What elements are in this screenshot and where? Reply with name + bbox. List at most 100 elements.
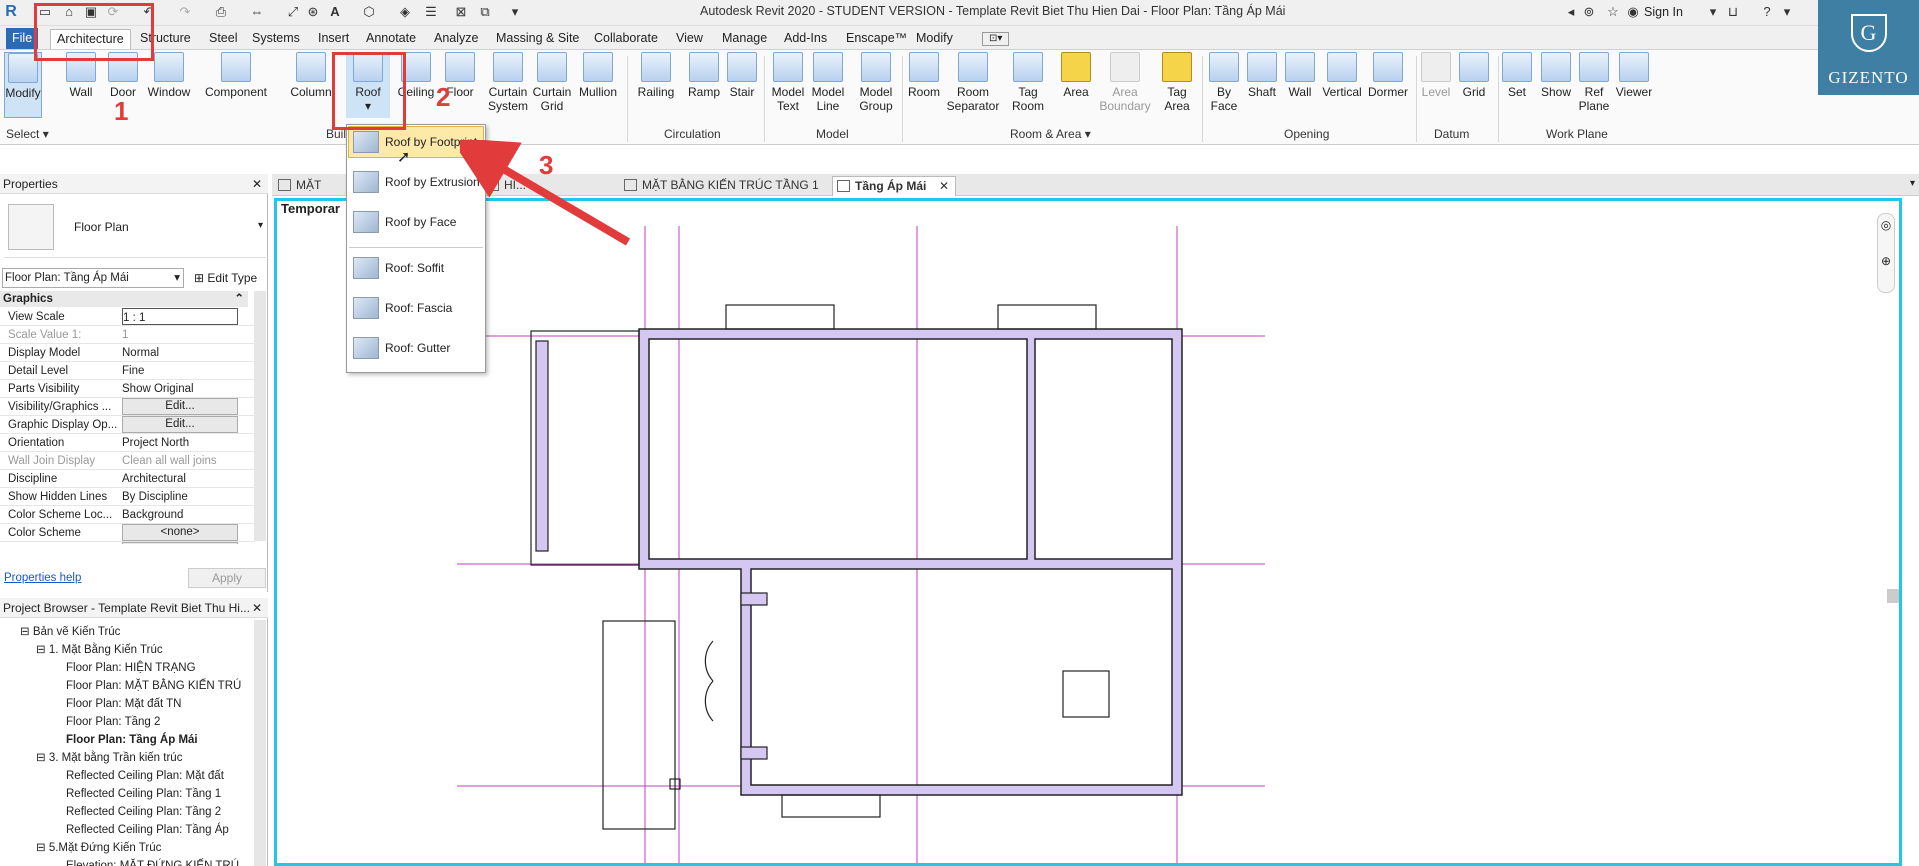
switch-windows-icon[interactable]: ⧉ xyxy=(476,4,494,20)
property-row[interactable]: Visibility/Graphics ... Edit... xyxy=(0,398,255,416)
help-icon[interactable]: ? xyxy=(1758,4,1776,20)
room-button[interactable]: Room xyxy=(906,52,942,99)
section-icon[interactable]: ◈ xyxy=(396,4,414,20)
collapse-toggle-icon[interactable]: ⊟ xyxy=(36,752,49,764)
tab-systems[interactable]: Systems xyxy=(246,29,306,49)
tab-modify[interactable]: Modify xyxy=(910,29,959,49)
drawing-canvas[interactable]: Temporar ◎ ⊕ xyxy=(274,198,1902,866)
type-selector[interactable]: Floor Plan ▾ xyxy=(4,198,266,258)
ref-plane-button[interactable]: Ref Plane xyxy=(1576,52,1612,113)
railing-button[interactable]: Railing xyxy=(636,52,676,99)
column-button[interactable]: Column xyxy=(288,52,334,99)
property-row[interactable]: Color Scheme Loc... Background xyxy=(0,506,255,524)
close-hidden-icon[interactable]: ⊠ xyxy=(452,4,470,20)
property-edit-button[interactable]: Edit... xyxy=(122,416,238,433)
grid-button[interactable]: Grid xyxy=(1456,52,1492,99)
canvas-scrollbar[interactable] xyxy=(1887,589,1899,603)
roof-gutter-item[interactable]: Roof: Gutter xyxy=(349,333,483,363)
roof-fascia-item[interactable]: Roof: Fascia xyxy=(349,293,483,323)
sign-in-link[interactable]: Sign In xyxy=(1644,5,1683,19)
browser-tree-item[interactable]: Elevation: MẶT ĐỨNG KIẾN TRÚ xyxy=(66,858,239,866)
browser-tree-item[interactable]: Reflected Ceiling Plan: Tầng 2 xyxy=(66,804,221,820)
revit-logo-icon[interactable]: R xyxy=(2,4,20,20)
browser-tree-item[interactable]: Floor Plan: HIỆN TRẠNG xyxy=(66,660,196,676)
signin-dropdown-icon[interactable]: ▾ xyxy=(1704,4,1722,20)
thin-lines-icon[interactable]: ☰ xyxy=(422,4,440,20)
dormer-button[interactable]: Dormer xyxy=(1366,52,1410,99)
view-tab-tang-ap-mai[interactable]: Tầng Áp Mái ✕ xyxy=(832,176,956,196)
tab-insert[interactable]: Insert xyxy=(312,29,355,49)
stair-button[interactable]: Stair xyxy=(724,52,760,99)
property-edit-button[interactable]: <none> xyxy=(122,524,238,541)
tag-room-button[interactable]: Tag Room xyxy=(1008,52,1048,113)
browser-tree-item[interactable]: Reflected Ceiling Plan: Mặt đất xyxy=(66,768,224,784)
property-row[interactable]: View Scale 1 : 1 xyxy=(0,308,255,326)
collapse-toggle-icon[interactable]: ⊟ xyxy=(36,644,49,656)
view-tab-mat-bang[interactable]: MẶT BẰ... xyxy=(274,176,350,196)
room-separator-button[interactable]: Room Separator xyxy=(946,52,1000,113)
model-group-button[interactable]: Model Group xyxy=(856,52,896,113)
property-row[interactable]: Graphic Display Op... Edit... xyxy=(0,416,255,434)
customize-qat-icon[interactable]: ▾ xyxy=(506,4,524,20)
area-button[interactable]: Area xyxy=(1058,52,1094,99)
viewer-button[interactable]: Viewer xyxy=(1614,52,1654,99)
room-area-panel-label[interactable]: Room & Area ▾ xyxy=(1010,127,1091,141)
wall-opening-button[interactable]: Wall xyxy=(1282,52,1318,99)
browser-tree-item[interactable]: Floor Plan: Mặt đất TN xyxy=(66,696,181,712)
roof-soffit-item[interactable]: Roof: Soffit xyxy=(349,253,483,283)
tab-view[interactable]: View xyxy=(670,29,709,49)
property-row[interactable]: Detail Level Fine xyxy=(0,362,255,380)
close-icon[interactable]: ✕ xyxy=(252,174,262,194)
view-tab-mat-bang-tang-1[interactable]: MẶT BẰNG KIẾN TRÚC TẦNG 1 xyxy=(620,176,827,196)
browser-tree-item[interactable]: Reflected Ceiling Plan: Tầng Áp xyxy=(66,822,229,838)
set-button[interactable]: Set xyxy=(1500,52,1534,99)
steering-wheel-icon[interactable]: ◎ xyxy=(1878,218,1894,232)
browser-tree-item[interactable]: ⊟ 5.Mặt Đứng Kiến Trúc xyxy=(36,840,161,856)
tab-manage[interactable]: Manage xyxy=(716,29,773,49)
browser-scrollbar[interactable] xyxy=(254,620,266,866)
dimension-icon[interactable]: ⤢ xyxy=(284,4,302,20)
user-icon[interactable]: ◉ xyxy=(1624,4,1642,20)
close-tab-icon[interactable]: ✕ xyxy=(939,177,949,195)
modify-button[interactable]: Modify xyxy=(4,52,42,118)
mullion-button[interactable]: Mullion xyxy=(576,52,620,99)
select-panel-label[interactable]: Select ▾ xyxy=(6,127,49,141)
property-row[interactable]: Scale Value 1: 1 xyxy=(0,326,255,344)
browser-tree-item[interactable]: ⊟ 3. Mặt bằng Trần kiến trúc xyxy=(36,750,182,766)
help-dropdown-icon[interactable]: ▾ xyxy=(1778,4,1796,20)
apply-button[interactable]: Apply xyxy=(188,568,266,588)
cart-icon[interactable]: ⊔ xyxy=(1724,4,1742,20)
info-search-icon[interactable]: ◂ xyxy=(1562,4,1580,20)
tab-annotate[interactable]: Annotate xyxy=(360,29,422,49)
ramp-button[interactable]: Ramp xyxy=(686,52,722,99)
property-row[interactable]: Orientation Project North xyxy=(0,434,255,452)
browser-tree-item[interactable]: ⊟ 1. Mặt Bằng Kiến Trúc xyxy=(36,642,163,658)
tab-steel[interactable]: Steel xyxy=(203,29,244,49)
property-row[interactable]: Color Scheme <none> xyxy=(0,524,255,542)
ribbon-minimize-icon[interactable]: ⊡▾ xyxy=(982,32,1010,46)
measure-icon[interactable]: ⇔ xyxy=(248,4,266,20)
property-row[interactable]: Discipline Architectural xyxy=(0,470,255,488)
model-line-button[interactable]: Model Line xyxy=(808,52,848,113)
navigation-bar[interactable]: ◎ ⊕ xyxy=(1877,213,1895,293)
tag-area-button[interactable]: Tag Area xyxy=(1158,52,1196,113)
tab-add-ins[interactable]: Add-Ins xyxy=(778,29,833,49)
property-edit-button[interactable]: Edit... xyxy=(122,542,238,544)
property-row[interactable]: Parts Visibility Show Original xyxy=(0,380,255,398)
browser-tree-item[interactable]: Floor Plan: MẶT BẰNG KIẾN TRÚ xyxy=(66,678,241,694)
property-row[interactable]: System Color Sche... Edit... xyxy=(0,542,255,544)
star-icon[interactable]: ☆ xyxy=(1604,4,1622,20)
shaft-button[interactable]: Shaft xyxy=(1244,52,1280,99)
tag-icon[interactable]: ⊛ xyxy=(304,4,322,20)
curtain-system-button[interactable]: Curtain System xyxy=(486,52,530,113)
close-icon[interactable]: ✕ xyxy=(252,598,262,618)
instance-filter-select[interactable]: Floor Plan: Tầng Áp Mái ▾ xyxy=(2,268,184,288)
tab-enscape[interactable]: Enscape™ xyxy=(840,29,913,49)
browser-tree-item[interactable]: ⊟ Bản vẽ Kiến Trúc xyxy=(20,624,120,640)
collapse-toggle-icon[interactable]: ⊟ xyxy=(20,626,33,638)
zoom-icon[interactable]: ⊕ xyxy=(1878,254,1894,268)
by-face-button[interactable]: By Face xyxy=(1206,52,1242,113)
properties-scrollbar[interactable] xyxy=(254,291,266,541)
binoculars-icon[interactable]: ⊚ xyxy=(1580,4,1598,20)
properties-help-link[interactable]: Properties help xyxy=(4,572,81,584)
